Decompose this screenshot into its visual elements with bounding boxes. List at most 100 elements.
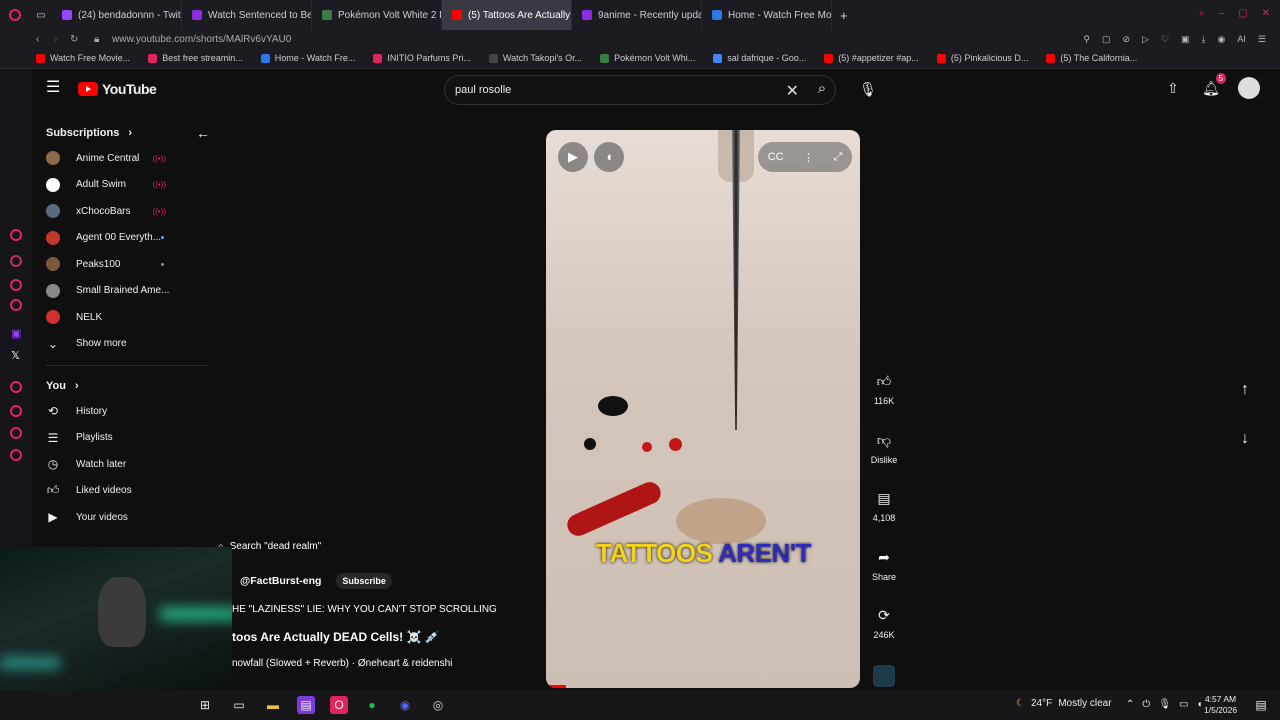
task-view-icon[interactable]: ▭ [230, 696, 248, 714]
browser-tab[interactable]: Home - Watch Free Movie [702, 0, 832, 30]
speaker-icon[interactable]: ◖ [1196, 699, 1202, 710]
notifications-bell-icon[interactable]: 🔔︎ 5 [1200, 73, 1226, 99]
remix-button[interactable]: ⟳ 246K [862, 606, 906, 665]
url-field[interactable]: www.youtube.com/shorts/MAlRv6vYAU0 [112, 34, 291, 45]
opera-taskbar-icon[interactable]: O [330, 696, 348, 714]
clock[interactable]: 4:57 AM 1/5/2026 [1204, 694, 1237, 716]
system-tray[interactable]: ⌃ ⏻ 🎙︎ ▭ ◖ [1126, 699, 1203, 710]
sidebar-item-liked-videos[interactable]: 👍︎ Liked videos [32, 478, 222, 505]
heart-icon[interactable]: ♡ [1161, 34, 1169, 45]
browser-tab[interactable]: Pokémon Volt White 2 Re [312, 0, 442, 30]
bookmark-item[interactable]: Best free streamin... [148, 53, 243, 63]
weather-widget[interactable]: ☾ 24°F Mostly clear [1016, 698, 1112, 709]
youtube-logo[interactable]: YouTube [78, 81, 157, 97]
sound-thumbnail[interactable] [873, 664, 895, 687]
channel-name[interactable]: @FactBurst-eng [240, 575, 321, 587]
bookmark-item[interactable]: INITIO Parfums Pri... [373, 53, 471, 63]
bookmark-item[interactable]: Watch Takopi's Or... [488, 53, 582, 63]
sidebar-app-icon[interactable] [10, 229, 22, 241]
you-header[interactable]: You › [32, 374, 222, 398]
sidebar-item-watch-later[interactable]: ◷ Watch later [32, 451, 222, 478]
reload-button[interactable]: ↻ [70, 34, 78, 45]
sidebar-channel-item[interactable]: Anime Central ((•)) [32, 145, 222, 172]
maximize-button[interactable]: ▢ [1238, 8, 1247, 19]
adblock-icon[interactable]: ⊘ [1123, 34, 1131, 45]
browser-tab[interactable]: Watch Sentenced to Be a [182, 0, 312, 30]
sidebar-app-icon[interactable] [10, 381, 22, 393]
bookmark-item[interactable]: sal dafrique - Goo... [713, 53, 806, 63]
player-icon[interactable]: ▷ [1142, 34, 1149, 45]
twitch-icon[interactable]: ▣ [11, 327, 21, 340]
obs-icon[interactable]: ◎ [429, 696, 447, 714]
opera-logo-icon[interactable] [0, 0, 30, 30]
volume-icon[interactable]: ◖ [594, 142, 624, 172]
create-upload-icon[interactable]: ⇧ [1162, 77, 1184, 99]
start-icon[interactable]: ⊞ [196, 696, 214, 714]
mic-tray-icon[interactable]: 🎙︎ [1158, 699, 1171, 710]
sidebar-app-icon[interactable] [10, 279, 22, 291]
microphone-icon[interactable]: 🎙︎ [854, 75, 882, 103]
bookmark-item[interactable]: Home - Watch Fre... [260, 53, 355, 63]
dislike-button[interactable]: 👎︎ Dislike [862, 431, 906, 490]
sidebar-channel-item[interactable]: Peaks100 [32, 251, 222, 278]
clear-search-icon[interactable]: ✕ [786, 81, 799, 101]
sidebar-app-icon[interactable] [10, 427, 22, 439]
show-more-button[interactable]: ⌄ Show more [32, 331, 222, 358]
browser-tab[interactable]: (5) Tattoos Are Actually D [442, 0, 572, 30]
subscriptions-header[interactable]: Subscriptions › ← [32, 121, 222, 145]
sidebar-channel-item[interactable]: NELK [32, 304, 222, 331]
sidebar-channel-item[interactable]: Adult Swim ((•)) [32, 172, 222, 199]
settings-icon[interactable] [10, 449, 22, 461]
discord-icon[interactable]: ◉ [396, 696, 414, 714]
minimize-button[interactable]: – [1219, 8, 1225, 19]
bookmark-item[interactable]: (5) The California... [1046, 53, 1137, 63]
bookmark-item[interactable]: Watch Free Movie... [36, 53, 130, 63]
account-avatar[interactable] [1238, 77, 1260, 99]
wallet-icon[interactable]: ▣ [1181, 34, 1190, 45]
sidebar-channel-item[interactable]: Agent 00 Everyth... [32, 225, 222, 252]
power-icon[interactable]: ⏻ [1142, 699, 1150, 710]
x-icon[interactable]: 𝕏 [11, 349, 20, 362]
spotify-icon[interactable]: ● [363, 696, 381, 714]
bookmark-item[interactable]: Pokémon Volt Whi... [600, 53, 695, 63]
like-button[interactable]: 👍︎ 116K [862, 372, 906, 431]
forward-button[interactable]: › [54, 34, 57, 45]
network-icon[interactable]: ▭ [1179, 699, 1188, 710]
pin-icon[interactable]: ⚲ [1083, 34, 1090, 45]
ai-icon[interactable]: AI [1237, 34, 1246, 45]
sidebar-channel-item[interactable]: Small Brained Ame... [32, 278, 222, 305]
bookmark-item[interactable]: (5) Pinkalicious D... [936, 53, 1028, 63]
search-box[interactable]: paul rosolle ✕ [444, 75, 836, 105]
tab-menu-icon[interactable]: ▭ [30, 10, 52, 21]
search-icon[interactable]: ⌕ [808, 75, 836, 105]
sidebar-item-history[interactable]: ⟲ History [32, 398, 222, 425]
captions-icon[interactable]: CC [768, 151, 784, 163]
new-tab-button[interactable]: + [832, 8, 856, 23]
search-tabs-icon[interactable]: ⌕ [1199, 8, 1205, 19]
sidebar-app-icon[interactable] [10, 405, 22, 417]
download-icon[interactable]: ⤓ [1202, 34, 1206, 45]
next-short-arrow-icon[interactable]: ↓ [1234, 428, 1256, 450]
notification-center-icon[interactable]: ▤ [1252, 696, 1270, 714]
progress-bar[interactable] [546, 685, 566, 688]
sidebar-app-icon[interactable] [10, 255, 22, 267]
search-suggestion[interactable]: ⌕Search "dead realm" [218, 541, 321, 552]
search-input[interactable]: paul rosolle [455, 84, 511, 96]
sidebar-item-playlists[interactable]: ☰ Playlists [32, 425, 222, 452]
snapshot-icon[interactable]: ▢ [1102, 34, 1111, 45]
chevron-up-icon[interactable]: ⌃ [1126, 699, 1134, 710]
store-icon[interactable]: ▤ [297, 696, 315, 714]
more-options-icon[interactable]: ⋮ [803, 151, 814, 164]
bookmark-item[interactable]: (5) #appetizer #ap... [824, 53, 919, 63]
related-video-title[interactable]: HE "LAZINESS" LIE: WHY YOU CAN'T STOP SC… [232, 604, 497, 615]
sidebar-channel-item[interactable]: xChocoBars ((•)) [32, 198, 222, 225]
browser-tab[interactable]: (24) bendadonnn - Twitch [52, 0, 182, 30]
share-button[interactable]: ➦ Share [862, 548, 906, 607]
fullscreen-icon[interactable]: ⤢ [833, 151, 842, 164]
back-button[interactable]: ‹ [36, 34, 39, 45]
subscribe-button[interactable]: Subscribe [336, 573, 392, 589]
play-icon[interactable]: ▶ [558, 142, 588, 172]
profile-icon[interactable]: ◉ [1218, 34, 1226, 45]
sidebar-app-icon[interactable] [10, 299, 22, 311]
previous-short-arrow-icon[interactable]: ↑ [1234, 379, 1256, 401]
